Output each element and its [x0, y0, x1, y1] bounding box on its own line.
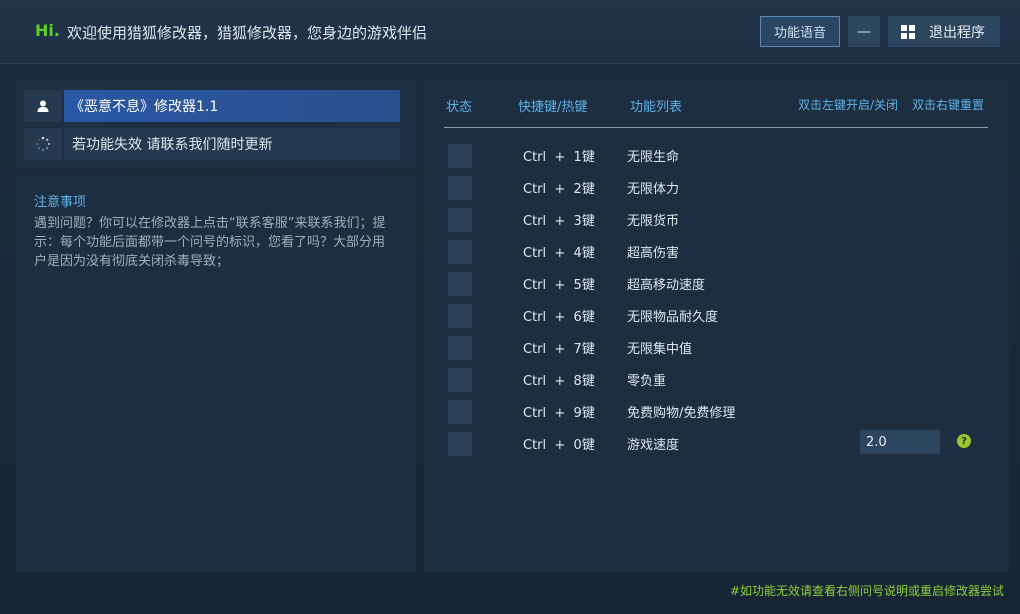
game-info-panel: 《恶意不息》修改器1.1 若功能失效 请联系我们随时更新	[16, 80, 416, 168]
hotkey-label: Ctrl + 1键	[523, 150, 595, 165]
state-toggle[interactable]	[448, 336, 472, 360]
feature-label: 超高伤害	[627, 246, 680, 261]
hotkey-label: Ctrl + 6键	[523, 310, 595, 325]
column-hotkey: 快捷键/热键	[518, 100, 588, 115]
hotkey-label: Ctrl + 7键	[523, 342, 595, 357]
game-title: 《恶意不息》修改器1.1	[64, 90, 400, 122]
footer-note: #如功能无效请查看右侧问号说明或重启修改器尝试	[729, 584, 1004, 598]
voice-button[interactable]: 功能语音	[760, 16, 840, 47]
feature-label: 无限体力	[627, 182, 680, 197]
hint-double-right-click: 双击右键重置	[912, 98, 985, 112]
hint-double-left-click: 双击左键开启/关闭	[798, 98, 899, 112]
title-bar: Hi. 欢迎使用猎狐修改器，猎狐修改器，您身边的游戏伴侣 功能语音 — 退出程序	[0, 0, 1020, 64]
feature-label: 无限生命	[627, 150, 680, 165]
header-divider	[444, 127, 988, 128]
greeting-text: 欢迎使用猎狐修改器，猎狐修改器，您身边的游戏伴侣	[67, 24, 428, 42]
feature-row[interactable]: Ctrl + 3键 无限货币	[424, 206, 1009, 238]
user-icon	[24, 90, 62, 122]
feature-row[interactable]: Ctrl + 4键 超高伤害	[424, 238, 1009, 270]
state-toggle[interactable]	[448, 304, 472, 328]
feature-panel: 状态 快捷键/热键 功能列表 双击左键开启/关闭 双击右键重置 Ctrl + 1…	[424, 80, 1009, 572]
hotkey-label: Ctrl + 2键	[523, 182, 595, 197]
minimize-button[interactable]: —	[848, 16, 880, 47]
state-toggle[interactable]	[448, 368, 472, 392]
exit-button[interactable]: 退出程序	[888, 16, 1000, 47]
feature-label: 无限货币	[627, 214, 680, 229]
feature-row[interactable]: Ctrl + 6键 无限物品耐久度	[424, 302, 1009, 334]
feature-row[interactable]: Ctrl + 7键 无限集中值	[424, 334, 1009, 366]
state-toggle[interactable]	[448, 400, 472, 424]
update-contact-text: 若功能失效 请联系我们随时更新	[64, 128, 400, 160]
game-speed-input[interactable]	[860, 430, 940, 454]
column-state: 状态	[446, 100, 473, 115]
windows-logo-icon	[901, 24, 915, 39]
state-toggle[interactable]	[448, 272, 472, 296]
hotkey-label: Ctrl + 0键	[523, 438, 595, 453]
exit-button-label: 退出程序	[929, 24, 985, 41]
state-toggle[interactable]	[448, 208, 472, 232]
hotkey-label: Ctrl + 5键	[523, 278, 595, 293]
feature-list: Ctrl + 1键 无限生命 Ctrl + 2键 无限体力 Ctrl + 3键 …	[424, 142, 1009, 462]
feature-label: 零负重	[627, 374, 667, 389]
state-toggle[interactable]	[448, 144, 472, 168]
feature-label: 免费购物/免费修理	[627, 406, 736, 421]
feature-row[interactable]: Ctrl + 0键 游戏速度 ?	[424, 430, 1009, 462]
state-toggle[interactable]	[448, 176, 472, 200]
loading-spinner-icon	[24, 128, 62, 160]
hotkey-label: Ctrl + 4键	[523, 246, 595, 261]
state-toggle[interactable]	[448, 240, 472, 264]
notes-panel: 注意事项 遇到问题？你可以在修改器上点击“联系客服”来联系我们；提示：每个功能后…	[16, 176, 416, 572]
feature-row[interactable]: Ctrl + 5键 超高移动速度	[424, 270, 1009, 302]
feature-row[interactable]: Ctrl + 9键 免费购物/免费修理	[424, 398, 1009, 430]
hotkey-label: Ctrl + 9键	[523, 406, 595, 421]
feature-label: 游戏速度	[627, 438, 680, 453]
hi-logo: Hi.	[35, 21, 60, 40]
state-toggle[interactable]	[448, 432, 472, 456]
game-title-row[interactable]: 《恶意不息》修改器1.1	[24, 90, 400, 122]
help-icon[interactable]: ?	[957, 434, 971, 448]
update-row[interactable]: 若功能失效 请联系我们随时更新	[24, 128, 400, 160]
notes-body: 遇到问题？你可以在修改器上点击“联系客服”来联系我们；提示：每个功能后面都带一个…	[34, 216, 386, 269]
column-feature: 功能列表	[630, 100, 683, 115]
feature-row[interactable]: Ctrl + 1键 无限生命	[424, 142, 1009, 174]
hotkey-label: Ctrl + 8键	[523, 374, 595, 389]
feature-label: 超高移动速度	[627, 278, 706, 293]
hotkey-label: Ctrl + 3键	[523, 214, 595, 229]
notes-title: 注意事项	[34, 195, 87, 210]
feature-label: 无限物品耐久度	[627, 310, 719, 325]
feature-row[interactable]: Ctrl + 2键 无限体力	[424, 174, 1009, 206]
feature-row[interactable]: Ctrl + 8键 零负重	[424, 366, 1009, 398]
feature-label: 无限集中值	[627, 342, 693, 357]
